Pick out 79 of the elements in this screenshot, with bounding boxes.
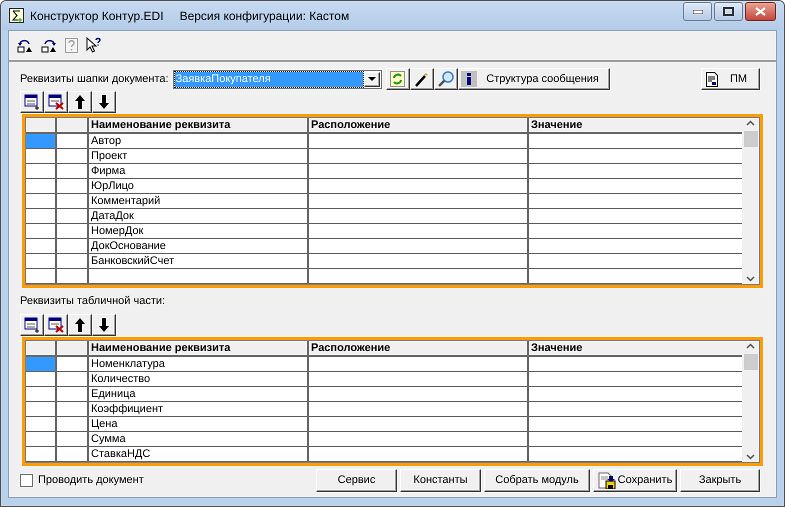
table-cell: Комментарий <box>89 194 309 208</box>
column-header[interactable]: Расположение <box>309 340 529 354</box>
column-header[interactable]: Наименование реквизита <box>89 340 309 354</box>
action-button[interactable]: Закрыть <box>680 468 760 492</box>
scrollbar[interactable] <box>742 118 759 284</box>
column-header[interactable]: Наименование реквизита <box>89 118 309 132</box>
message-structure-button[interactable]: Структура сообщения <box>458 68 610 90</box>
delete-row-button[interactable] <box>44 314 68 336</box>
pointer-help-icon[interactable] <box>86 37 102 54</box>
table-cell: Автор <box>89 134 309 148</box>
table-cell: Коэффициент <box>89 402 309 416</box>
magic-wand-icon <box>414 72 430 86</box>
arrow-up-icon <box>75 318 85 332</box>
pm-button[interactable]: ПМ <box>701 68 760 90</box>
undo-icon[interactable] <box>17 38 33 53</box>
post-document-checkbox[interactable] <box>20 474 33 486</box>
maximize-button[interactable] <box>714 2 743 21</box>
table-cell: Единица <box>89 386 309 400</box>
minimize-button[interactable] <box>683 2 712 21</box>
delete-row-icon <box>48 94 64 110</box>
move-up-button[interactable] <box>68 314 92 336</box>
window-title: Конструктор Контур.EDI <box>30 8 164 24</box>
info-icon <box>460 71 477 87</box>
dropdown-arrow-icon <box>368 77 376 81</box>
add-row-button[interactable] <box>20 314 44 336</box>
table-cell: Количество <box>89 372 309 386</box>
magic-wand-button[interactable] <box>410 68 434 90</box>
table-cell: БанковскийСчет <box>89 254 309 268</box>
add-row-button[interactable] <box>20 91 44 113</box>
delete-row-icon <box>48 316 64 332</box>
post-document-label: Проводить документ <box>38 472 144 488</box>
table-cell: НомерДок <box>89 224 309 238</box>
redo-icon[interactable] <box>41 38 57 53</box>
table-cell: СтавкаНДС <box>89 446 309 460</box>
table-cell: Фирма <box>89 164 309 178</box>
chevron-down-icon <box>746 454 755 460</box>
action-button[interactable]: Сервис <box>316 468 397 492</box>
column-header[interactable]: Значение <box>529 340 742 354</box>
refresh-icon <box>390 71 406 87</box>
move-up-button[interactable] <box>68 91 92 113</box>
save-icon <box>598 472 616 488</box>
scrollbar-thumb[interactable] <box>744 131 758 147</box>
table-cell: Номенклатура <box>89 356 309 370</box>
minimize-icon <box>692 10 702 14</box>
scrollbar[interactable] <box>742 340 759 462</box>
close-button[interactable] <box>745 2 776 21</box>
table-cell: ДатаДок <box>89 209 309 223</box>
chevron-down-icon <box>746 276 755 282</box>
arrow-down-icon <box>99 318 109 332</box>
chevron-up-icon <box>746 120 755 126</box>
action-button[interactable]: Сохранить <box>593 468 677 492</box>
move-down-button[interactable] <box>92 314 116 336</box>
arrow-down-icon <box>99 95 109 109</box>
table-cell: Цена <box>89 416 309 430</box>
delete-row-button[interactable] <box>44 91 68 113</box>
action-button[interactable]: Константы <box>400 468 481 492</box>
sigma-app-icon <box>9 8 24 23</box>
add-row-icon <box>24 94 40 110</box>
table-attributes-label: Реквизиты табличной части: <box>19 294 166 309</box>
refresh-button[interactable] <box>386 68 410 90</box>
action-button[interactable]: Собрать модуль <box>484 468 590 492</box>
column-header[interactable]: Расположение <box>309 118 529 132</box>
move-down-button[interactable] <box>92 91 116 113</box>
maximize-icon <box>723 7 734 16</box>
search-icon <box>438 71 454 87</box>
search-button[interactable] <box>434 68 458 90</box>
document-icon <box>706 72 718 86</box>
column-header[interactable]: Значение <box>529 118 742 132</box>
arrow-up-icon <box>75 95 85 109</box>
header-attributes-label: Реквизиты шапки документа: <box>20 72 169 87</box>
table-cell: ДокОснование <box>89 239 309 253</box>
table-cell: Сумма <box>89 432 309 446</box>
close-icon <box>755 7 766 16</box>
chevron-up-icon <box>746 342 755 348</box>
config-version: Версия конфигурации: Кастом <box>180 8 350 24</box>
add-row-icon <box>24 316 40 332</box>
scrollbar-thumb[interactable] <box>744 354 758 370</box>
table-cell: Проект <box>89 149 309 163</box>
table-cell: ЮрЛицо <box>89 179 309 193</box>
